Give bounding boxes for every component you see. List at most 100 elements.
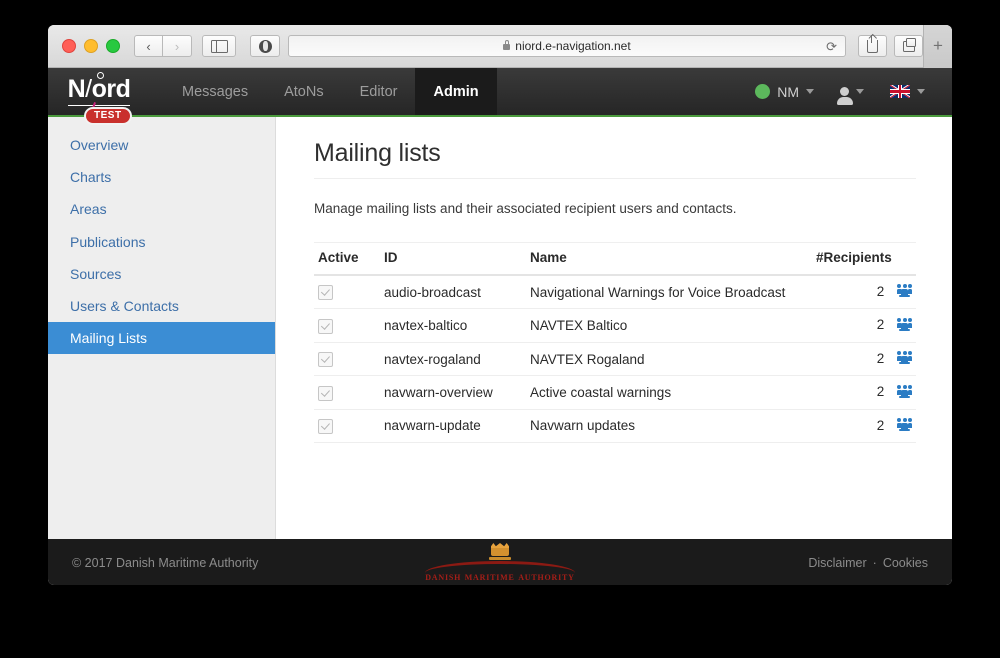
- language-selector[interactable]: [879, 68, 936, 115]
- recipients-button[interactable]: [897, 284, 912, 300]
- navigation-buttons: ‹ ›: [134, 35, 192, 57]
- sidebar-item-sources[interactable]: Sources: [48, 258, 275, 290]
- chevron-down-icon: [806, 89, 814, 94]
- browser-toolbar: ‹ › niord.e-navigation.net ⟳ +: [48, 25, 952, 68]
- crown-icon: [410, 543, 590, 561]
- cell-recipients: 2: [812, 308, 916, 343]
- user-menu[interactable]: [829, 68, 875, 115]
- cell-recipients: 2: [812, 375, 916, 410]
- dma-logo: Danish Maritime Authority: [410, 543, 590, 583]
- share-button[interactable]: [858, 34, 887, 57]
- url-text: niord.e-navigation.net: [515, 39, 631, 53]
- address-bar[interactable]: niord.e-navigation.net ⟳: [288, 35, 846, 57]
- chevron-down-icon: [856, 89, 864, 94]
- page-title: Mailing lists: [314, 139, 916, 179]
- nav-tab-editor[interactable]: Editor: [342, 68, 416, 115]
- main-nav-tabs: Messages AtoNs Editor Admin: [164, 68, 497, 115]
- domain-selector[interactable]: NM: [744, 68, 825, 115]
- footer-separator: ·: [872, 556, 877, 570]
- recipients-button[interactable]: [897, 351, 912, 367]
- table-row[interactable]: audio-broadcast Navigational Warnings fo…: [314, 275, 916, 310]
- back-button[interactable]: ‹: [134, 35, 163, 57]
- navbar-right-actions: NM: [744, 68, 952, 115]
- user-icon: [836, 87, 853, 105]
- cell-recipients: 2: [812, 409, 916, 444]
- reload-icon[interactable]: ⟳: [826, 40, 837, 53]
- recipients-count: 2: [876, 284, 885, 299]
- column-header-id: ID: [380, 242, 526, 276]
- recipients-group-icon: [897, 351, 912, 365]
- recipients-button[interactable]: [897, 418, 912, 434]
- new-tab-button[interactable]: +: [923, 25, 952, 68]
- recipients-button[interactable]: [897, 384, 912, 401]
- recipients-count: 2: [876, 350, 885, 366]
- mailing-lists-table: Active ID Name #Recipients audio-broadca…: [314, 242, 916, 444]
- sidebar-toggle-button[interactable]: [202, 35, 236, 57]
- footer-link-cookies[interactable]: Cookies: [883, 556, 928, 570]
- table-row[interactable]: navtex-baltico NAVTEX Baltico 2: [314, 308, 916, 343]
- brand-logo[interactable]: N/ord TEST: [56, 68, 142, 125]
- column-header-recipients: #Recipients: [812, 242, 916, 276]
- recipients-count: 2: [876, 384, 885, 400]
- minimize-window-button[interactable]: [84, 39, 98, 53]
- active-checkbox[interactable]: [318, 285, 333, 301]
- active-checkbox[interactable]: [318, 418, 333, 434]
- active-checkbox[interactable]: [318, 318, 333, 334]
- compass-dot-icon: [96, 72, 104, 79]
- footer-link-disclaimer[interactable]: Disclaimer: [808, 556, 866, 570]
- sidebar-item-overview[interactable]: Overview: [48, 129, 275, 161]
- sidebar-icon: [210, 39, 228, 53]
- sidebar-item-charts[interactable]: Charts: [48, 161, 275, 193]
- cell-name: Navwarn updates: [526, 409, 812, 444]
- show-tabs-button[interactable]: [894, 35, 923, 57]
- table-header: Active ID Name #Recipients: [314, 242, 916, 276]
- nav-tab-messages[interactable]: Messages: [164, 68, 266, 115]
- cell-active: [314, 375, 380, 410]
- table-row[interactable]: navwarn-overview Active coastal warnings…: [314, 375, 916, 410]
- test-badge: TEST: [84, 107, 132, 125]
- recipients-count: 2: [876, 417, 885, 433]
- active-checkbox[interactable]: [318, 352, 333, 368]
- toolbar-actions: [858, 34, 923, 57]
- maximize-window-button[interactable]: [106, 39, 120, 53]
- nav-tab-atons[interactable]: AtoNs: [266, 68, 342, 115]
- cell-name: Active coastal warnings: [526, 375, 812, 410]
- sidebar-item-users-contacts[interactable]: Users & Contacts: [48, 290, 275, 322]
- cell-active: [314, 409, 380, 444]
- footer-links: Disclaimer · Cookies: [808, 556, 928, 570]
- domain-label: NM: [777, 83, 799, 100]
- forward-button[interactable]: ›: [163, 35, 192, 57]
- dma-logo-text: Danish Maritime Authority: [425, 571, 575, 583]
- cell-id: navwarn-update: [380, 409, 526, 444]
- cell-name: NAVTEX Baltico: [526, 308, 812, 343]
- main-content: Mailing lists Manage mailing lists and t…: [276, 117, 952, 539]
- sidebar-item-areas[interactable]: Areas: [48, 193, 275, 225]
- reader-button[interactable]: [250, 35, 280, 57]
- recipients-button[interactable]: [897, 317, 912, 334]
- cell-active: [314, 342, 380, 377]
- table-body: audio-broadcast Navigational Warnings fo…: [314, 275, 916, 444]
- address-bar-content: niord.e-navigation.net: [503, 39, 631, 53]
- app-footer: © 2017 Danish Maritime Authority Danish …: [48, 539, 952, 585]
- nav-tab-admin[interactable]: Admin: [415, 68, 497, 115]
- brand-letter-n: N: [67, 75, 86, 103]
- active-checkbox[interactable]: [318, 385, 333, 401]
- cell-name: Navigational Warnings for Voice Broadcas…: [526, 275, 812, 310]
- table-row[interactable]: navtex-rogaland NAVTEX Rogaland 2: [314, 342, 916, 377]
- cell-name: NAVTEX Rogaland: [526, 342, 812, 377]
- page-body: Overview Charts Areas Publications Sourc…: [48, 117, 952, 539]
- window-controls: [62, 39, 120, 53]
- sidebar-item-publications[interactable]: Publications: [48, 226, 275, 258]
- column-header-name: Name: [526, 242, 812, 276]
- brand-logo-text: N/ord: [67, 72, 131, 114]
- close-window-button[interactable]: [62, 39, 76, 53]
- flag-uk-icon: [890, 85, 910, 98]
- cell-id: navtex-rogaland: [380, 342, 526, 377]
- column-header-active: Active: [314, 242, 380, 276]
- share-icon: [867, 34, 878, 53]
- cell-recipients: 2: [812, 342, 916, 377]
- sidebar-item-mailing-lists[interactable]: Mailing Lists: [48, 322, 275, 355]
- table-row[interactable]: navwarn-update Navwarn updates 2: [314, 409, 916, 444]
- admin-sidebar: Overview Charts Areas Publications Sourc…: [48, 117, 276, 539]
- cell-id: navtex-baltico: [380, 308, 526, 343]
